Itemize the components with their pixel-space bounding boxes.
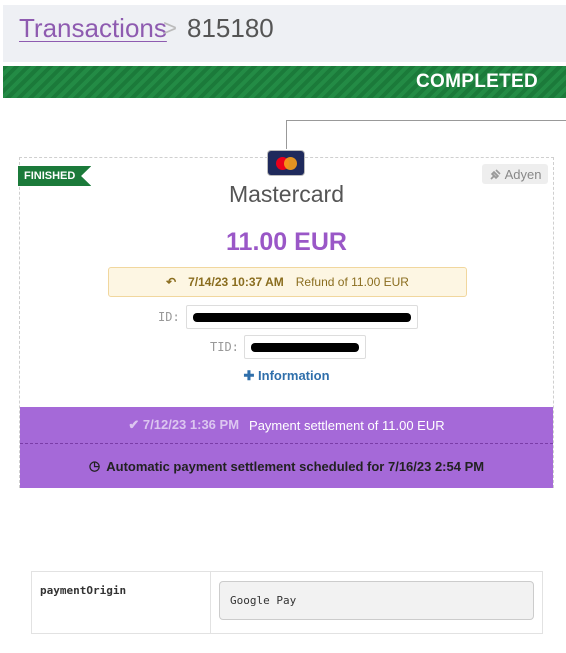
plus-icon: ✚ <box>243 368 255 383</box>
plug-icon <box>489 168 501 180</box>
metadata-value: Google Pay <box>230 594 297 607</box>
id-value-redacted <box>186 305 418 329</box>
breadcrumb: Transactions > 815180 <box>3 5 566 62</box>
scheduled-settlement-text: Automatic payment settlement scheduled f… <box>106 458 485 474</box>
card-brand-name: Mastercard <box>228 181 345 207</box>
breadcrumb-transactions-link[interactable]: Transactions <box>19 13 167 44</box>
check-icon: ✔ <box>128 417 140 432</box>
status-label: COMPLETED <box>416 71 538 92</box>
metadata-table: paymentOrigin Google Pay <box>31 571 543 634</box>
status-banner: COMPLETED <box>3 66 566 98</box>
settlement-row: ✔ 7/12/23 1:36 PM Payment settlement of … <box>20 407 553 443</box>
metadata-key-cell: paymentOrigin <box>32 572 211 633</box>
mastercard-logo-icon <box>268 151 304 175</box>
information-toggle[interactable]: ✚ Information <box>20 368 553 384</box>
settlement-text: Payment settlement of 11.00 EUR <box>249 417 445 433</box>
tid-value-redacted <box>244 335 366 359</box>
information-label: Information <box>258 368 330 383</box>
settlement-date-group: ✔ 7/12/23 1:36 PM <box>128 417 239 433</box>
transaction-card: FINISHED Adyen Mastercard 11.00 EUR ↶ 7/… <box>18 151 554 488</box>
breadcrumb-separator-icon: > <box>163 15 178 42</box>
settlement-date: 7/12/23 1:36 PM <box>142 417 240 432</box>
payment-origin-field[interactable]: Google Pay <box>219 581 534 620</box>
metadata-key: paymentOrigin <box>40 584 127 597</box>
breadcrumb-transaction-id: 815180 <box>187 13 274 43</box>
provider-name: Adyen <box>504 166 542 182</box>
reply-arrow-icon: ↶ <box>166 275 177 289</box>
id-label: ID: <box>158 310 180 324</box>
refund-notice: ↶ 7/14/23 10:37 AM Refund of 11.00 EUR <box>108 267 467 297</box>
refund-date: 7/14/23 10:37 AM <box>188 275 284 289</box>
scheduled-settlement-row: ◷ Automatic payment settlement scheduled… <box>20 443 553 488</box>
transaction-amount: 11.00 EUR <box>226 228 347 256</box>
clock-icon: ◷ <box>88 458 101 473</box>
timeline-connector <box>286 120 566 149</box>
refund-text: Refund of 11.00 EUR <box>295 275 409 289</box>
tid-label: TID: <box>210 340 239 354</box>
